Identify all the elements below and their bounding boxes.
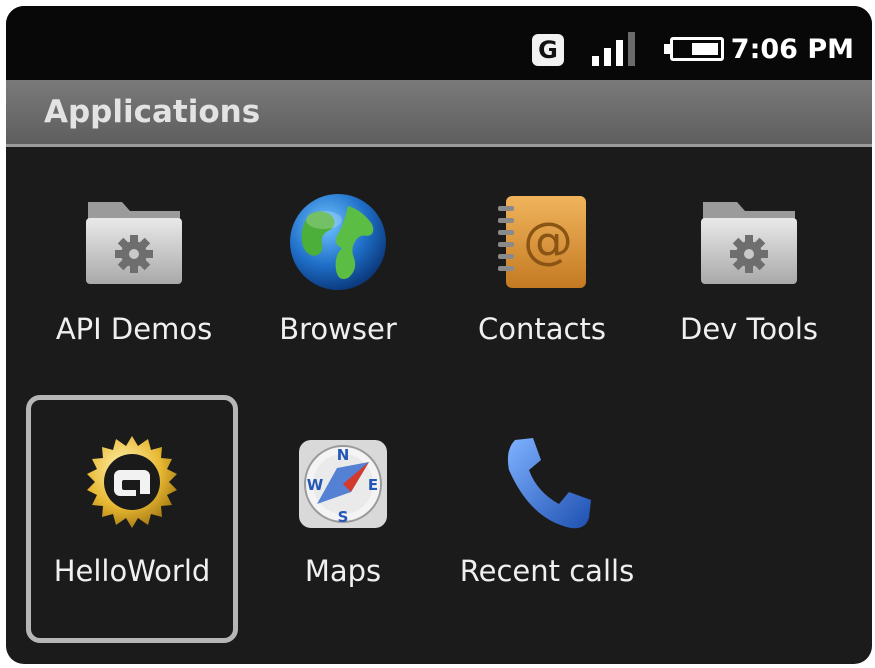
app-label: Maps: [304, 554, 382, 588]
svg-text:W: W: [307, 476, 324, 494]
svg-text:E: E: [368, 476, 378, 494]
signal-bars-icon: [590, 28, 650, 68]
app-label: API Demos: [55, 312, 213, 346]
app-maps[interactable]: N S W E Maps: [238, 434, 448, 664]
folder-gear-icon: [86, 202, 182, 284]
globe-icon: [290, 194, 386, 290]
status-bar: G 7:06 PM: [6, 6, 872, 80]
svg-text:N: N: [337, 446, 350, 464]
compass-icon: N S W E: [299, 440, 387, 528]
app-label: Dev Tools: [680, 312, 818, 346]
app-contacts[interactable]: @ Contacts: [437, 192, 647, 432]
folder-gear-icon: [701, 202, 797, 284]
app-recent-calls[interactable]: Recent calls: [442, 434, 652, 664]
app-label: Recent calls: [459, 554, 635, 588]
app-label: Contacts: [478, 312, 606, 346]
app-dev-tools[interactable]: Dev Tools: [644, 192, 854, 432]
svg-text:S: S: [338, 508, 349, 526]
app-label: HelloWorld: [53, 554, 211, 588]
status-clock: 7:06 PM: [730, 34, 854, 65]
title-bar: Applications: [6, 80, 872, 147]
battery-icon: [664, 37, 728, 61]
svg-text:@: @: [523, 212, 573, 270]
network-type-badge: G: [532, 34, 564, 66]
app-helloworld[interactable]: HelloWorld: [27, 434, 237, 664]
app-label: Browser: [279, 312, 397, 346]
device-screen: G 7:06 PM Applications API Demos Browser…: [6, 6, 872, 664]
address-book-icon: @: [498, 196, 586, 288]
android-app-icon: [87, 436, 177, 528]
app-browser[interactable]: Browser: [233, 192, 443, 432]
page-title: Applications: [44, 94, 261, 130]
phone-icon: [507, 438, 591, 529]
